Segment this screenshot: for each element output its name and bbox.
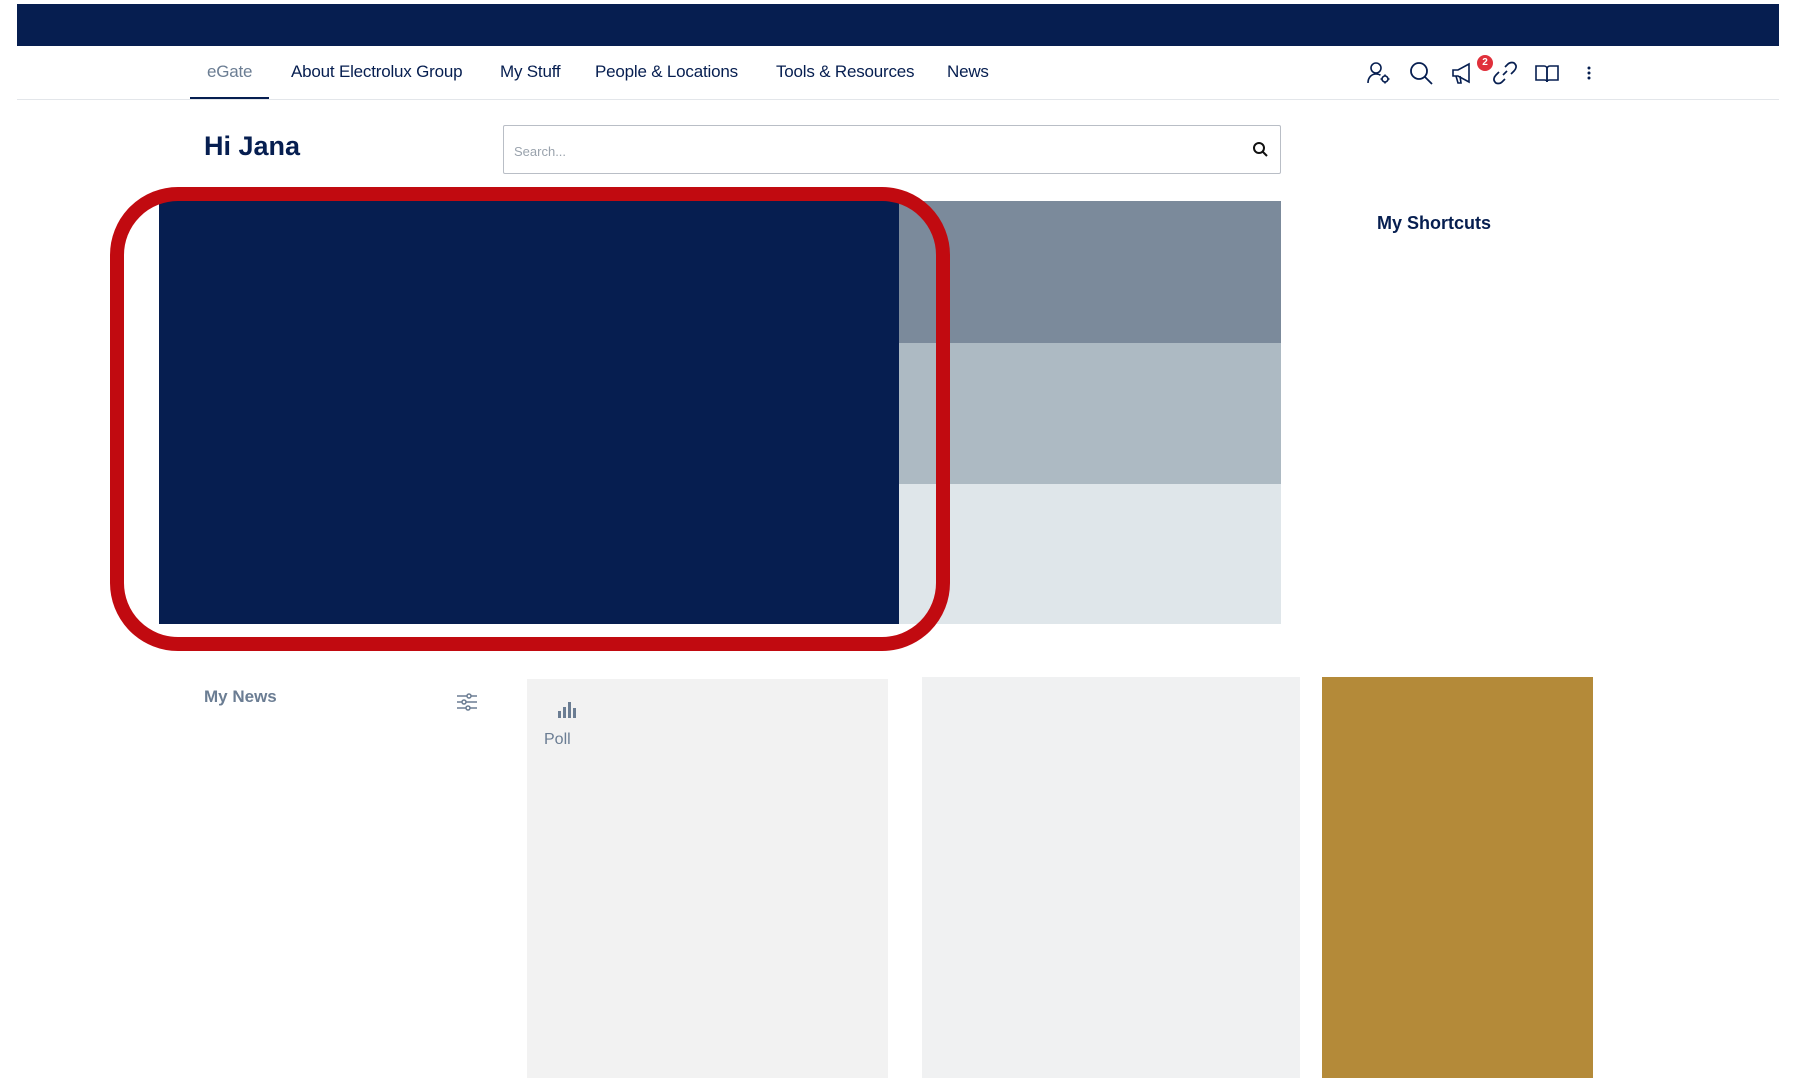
hero-side-tile-2[interactable] <box>899 343 1281 484</box>
megaphone-icon[interactable] <box>1449 59 1477 87</box>
featured-card[interactable] <box>1322 677 1593 1078</box>
nav-item-about-electrolux-group[interactable]: About Electrolux Group <box>291 62 463 82</box>
search-input[interactable] <box>512 138 1216 164</box>
bar-chart-icon <box>556 699 578 719</box>
hero-side-tile-3[interactable] <box>899 484 1281 624</box>
nav-item-my-stuff[interactable]: My Stuff <box>500 62 561 82</box>
poll-card[interactable]: Poll <box>527 679 888 1078</box>
search-button-icon[interactable] <box>1250 139 1272 161</box>
active-tab-indicator <box>190 97 269 99</box>
my-news-title: My News <box>204 687 277 706</box>
hero-side-tile-1[interactable] <box>899 201 1281 343</box>
nav-item-egate[interactable]: eGate <box>207 62 253 82</box>
search-box <box>503 125 1281 174</box>
nav-item-people-locations[interactable]: People & Locations <box>595 62 738 82</box>
filter-sliders-icon[interactable] <box>455 690 479 714</box>
red-highlight-annotation <box>110 187 950 651</box>
egate-page: eGate About Electrolux Group My Stuff Pe… <box>0 0 1793 1078</box>
main-navigation: eGate About Electrolux Group My Stuff Pe… <box>17 46 1779 100</box>
greeting-heading: Hi Jana <box>204 131 301 161</box>
nav-item-tools-resources[interactable]: Tools & Resources <box>776 62 915 82</box>
poll-label: Poll <box>544 731 571 748</box>
nav-item-news[interactable]: News <box>947 62 989 82</box>
my-shortcuts-title: My Shortcuts <box>1377 213 1492 233</box>
book-icon[interactable] <box>1533 59 1561 87</box>
news-card[interactable] <box>922 677 1300 1078</box>
link-icon[interactable] <box>1491 59 1519 87</box>
top-brand-strip <box>17 4 1779 46</box>
more-vertical-icon[interactable] <box>1575 59 1603 87</box>
user-settings-icon[interactable] <box>1365 59 1393 87</box>
search-icon[interactable] <box>1407 59 1435 87</box>
